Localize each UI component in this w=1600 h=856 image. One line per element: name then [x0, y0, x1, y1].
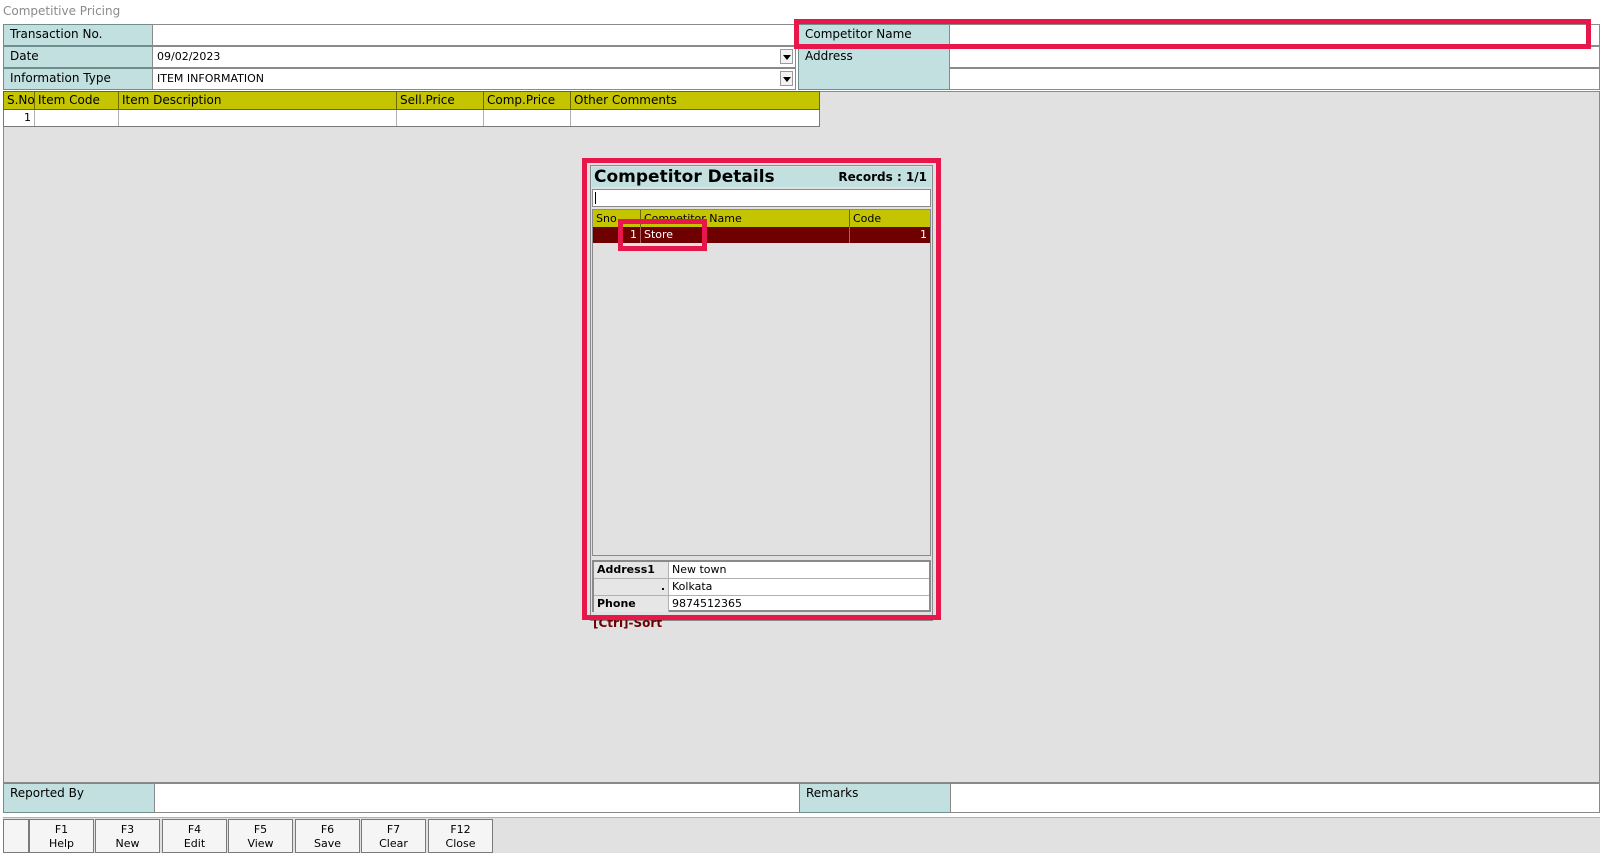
- edit-button[interactable]: F4 Edit: [162, 819, 227, 853]
- cell-other-comments[interactable]: [571, 110, 817, 126]
- cell-item-description[interactable]: [119, 110, 397, 126]
- col-sell-price[interactable]: Sell.Price: [397, 92, 484, 109]
- new-key: F3: [120, 823, 135, 836]
- info-type-select[interactable]: ITEM INFORMATION: [152, 68, 796, 90]
- phone-value: 9874512365: [672, 597, 742, 610]
- table-row[interactable]: 1: [3, 110, 820, 127]
- address2-label: .: [594, 579, 669, 595]
- competitor-name-label: Competitor Name: [798, 24, 950, 46]
- date-value: 09/02/2023: [157, 50, 221, 63]
- cell-item-code[interactable]: [35, 110, 119, 126]
- competitor-list[interactable]: Sno Competitor Name Code 1 Store 1: [592, 209, 931, 556]
- col-item-description[interactable]: Item Description: [119, 92, 397, 109]
- col-item-code[interactable]: Item Code: [35, 92, 119, 109]
- clear-button[interactable]: F7 Clear: [361, 819, 426, 853]
- info-type-dropdown-icon[interactable]: [780, 71, 793, 86]
- edit-key: F4: [187, 823, 202, 836]
- transaction-no-label: Transaction No.: [3, 24, 153, 46]
- date-field[interactable]: 09/02/2023: [152, 46, 796, 68]
- sort-hint: [Ctrl]-Sort: [593, 616, 663, 630]
- info-type-label: Information Type: [3, 68, 153, 90]
- view-label: View: [247, 837, 274, 850]
- cell-comp-price[interactable]: [484, 110, 571, 126]
- text-caret: [595, 192, 596, 204]
- address-line2-field[interactable]: [949, 68, 1600, 90]
- help-button[interactable]: F1 Help: [29, 819, 94, 853]
- transaction-no-field[interactable]: [152, 24, 796, 46]
- close-label: Close: [445, 837, 476, 850]
- competitor-row-selected[interactable]: 1 Store 1: [593, 227, 930, 243]
- item-grid[interactable]: S.No Item Code Item Description Sell.Pri…: [3, 91, 820, 127]
- col-sno[interactable]: S.No: [4, 92, 35, 109]
- col-sno[interactable]: Sno: [593, 210, 641, 227]
- col-competitor-name[interactable]: Competitor Name: [641, 210, 850, 227]
- view-key: F5: [253, 823, 268, 836]
- col-code[interactable]: Code: [850, 210, 930, 227]
- remarks-label: Remarks: [799, 783, 951, 813]
- function-key-toolbar: F1 Help F3 New F4 Edit F5 View F6 Save F…: [3, 817, 1600, 853]
- new-button[interactable]: F3 New: [95, 819, 160, 853]
- cell-code: 1: [920, 228, 927, 241]
- save-label: Save: [313, 837, 341, 850]
- date-label: Date: [3, 46, 153, 68]
- competitor-details-popup: Competitor Details Records : 1/1 Sno Com…: [590, 165, 933, 630]
- close-button[interactable]: F12 Close: [428, 819, 493, 853]
- cell-competitor-name: Store: [641, 227, 850, 243]
- help-key: F1: [54, 823, 69, 836]
- clear-label: Clear: [379, 837, 408, 850]
- popup-title-bar: Competitor Details Records : 1/1: [592, 167, 931, 187]
- window-title: Competitive Pricing: [3, 4, 121, 18]
- edit-label: Edit: [183, 837, 206, 850]
- address-label: Address: [798, 46, 950, 90]
- save-button[interactable]: F6 Save: [295, 819, 360, 853]
- detail-row-address2: . Kolkata: [594, 579, 929, 596]
- remarks-field[interactable]: [950, 783, 1600, 813]
- close-key: F12: [450, 823, 471, 836]
- records-count: Records : 1/1: [838, 170, 927, 184]
- new-label: New: [115, 837, 140, 850]
- popup-title: Competitor Details: [594, 167, 775, 187]
- competitor-name-field[interactable]: [949, 24, 1600, 46]
- toolbar-spacer: [3, 819, 29, 853]
- popup-search-input[interactable]: [592, 189, 931, 207]
- phone-label: Phone: [594, 596, 669, 612]
- clear-key: F7: [386, 823, 401, 836]
- item-grid-header: S.No Item Code Item Description Sell.Pri…: [3, 91, 820, 110]
- address1-label: Address1: [594, 562, 669, 578]
- col-other-comments[interactable]: Other Comments: [571, 92, 819, 109]
- detail-row-address1: Address1 New town: [594, 562, 929, 579]
- competitor-details-panel: Address1 New town . Kolkata Phone 987451…: [592, 560, 931, 612]
- save-key: F6: [320, 823, 335, 836]
- competitor-list-header: Sno Competitor Name Code: [593, 210, 930, 227]
- address2-value: Kolkata: [672, 580, 713, 593]
- date-dropdown-icon[interactable]: [780, 49, 793, 64]
- reported-by-label: Reported By: [3, 783, 155, 813]
- col-comp-price[interactable]: Comp.Price: [484, 92, 571, 109]
- reported-by-field[interactable]: [154, 783, 800, 813]
- help-label: Help: [48, 837, 75, 850]
- detail-row-phone: Phone 9874512365: [594, 596, 929, 612]
- cell-sno: 1: [593, 227, 641, 243]
- address-line1-field[interactable]: [949, 46, 1600, 68]
- cell-sell-price[interactable]: [397, 110, 484, 126]
- info-type-value: ITEM INFORMATION: [157, 72, 265, 85]
- cell-sno: 1: [4, 110, 35, 126]
- address1-value: New town: [672, 563, 727, 576]
- view-button[interactable]: F5 View: [228, 819, 293, 853]
